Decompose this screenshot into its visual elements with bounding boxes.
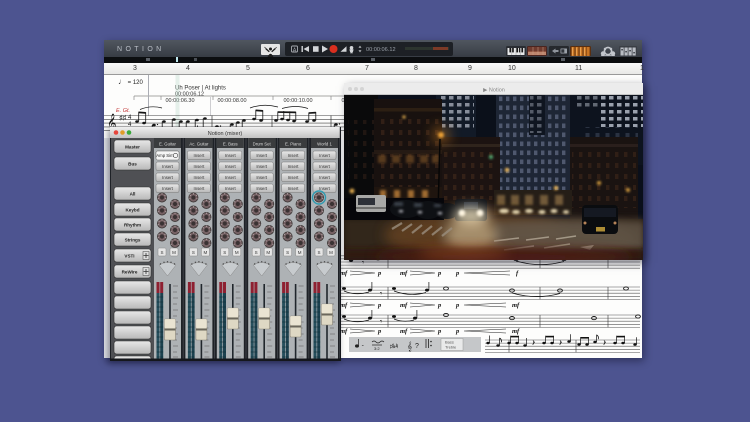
svg-text:00:00:08.00: 00:00:08.00	[217, 98, 246, 104]
svg-text:00:00:10.00: 00:00:10.00	[283, 98, 312, 104]
svg-text:▶ Notion: ▶ Notion	[483, 88, 505, 94]
svg-text:Ac. Guitar: Ac. Guitar	[189, 142, 209, 147]
svg-text:𝄾: 𝄾	[380, 317, 382, 326]
svg-text:ReWire: ReWire	[122, 270, 138, 275]
svg-text:p: p	[377, 328, 382, 335]
svg-text:Drum Set: Drum Set	[253, 142, 272, 147]
svg-text:mf: mf	[512, 328, 520, 335]
svg-text:4: 4	[128, 115, 132, 121]
svg-text:mf: mf	[400, 270, 408, 277]
svg-text:Bus: Bus	[128, 162, 137, 167]
svg-text:p: p	[437, 270, 442, 277]
svg-text:Strings: Strings	[125, 238, 141, 243]
svg-text:p: p	[377, 270, 382, 277]
svg-text:mf: mf	[340, 302, 348, 309]
svg-text:p: p	[377, 302, 382, 309]
svg-text:Rhythm: Rhythm	[124, 223, 141, 228]
svg-text:E. Piano: E. Piano	[285, 142, 302, 147]
svg-text:♩ = 120: ♩ = 120	[118, 77, 144, 86]
svg-text:3:2: 3:2	[374, 346, 380, 351]
svg-text:p: p	[437, 302, 442, 309]
svg-text:mf: mf	[340, 328, 348, 335]
svg-text:00:00:06.30: 00:00:06.30	[165, 98, 194, 104]
svg-text:VSTi: VSTi	[124, 254, 134, 259]
svg-text:f: f	[516, 270, 519, 277]
svg-text:Master: Master	[125, 145, 140, 150]
svg-text:00:00:06.12: 00:00:06.12	[366, 47, 396, 53]
svg-text:p: p	[437, 328, 442, 335]
svg-text:Treble: Treble	[445, 345, 457, 350]
svg-text:E. Guitar: E. Guitar	[159, 142, 177, 147]
svg-text:World 1: World 1	[317, 142, 332, 147]
svg-text:p: p	[455, 328, 460, 335]
svg-text:p: p	[455, 270, 460, 277]
svg-text:𝄞: 𝄞	[407, 341, 412, 352]
svg-text:♯♭♮: ♯♭♮	[390, 343, 398, 350]
svg-text:mf: mf	[512, 302, 520, 309]
svg-text:mf: mf	[340, 270, 348, 277]
svg-text:?: ?	[415, 343, 419, 350]
svg-text:E. Gt.: E. Gt.	[116, 108, 130, 114]
svg-text:Keybd: Keybd	[125, 208, 139, 213]
svg-text:E. Bass: E. Bass	[223, 142, 238, 147]
svg-text:mf: mf	[400, 328, 408, 335]
svg-text:mf: mf	[400, 302, 408, 309]
svg-text:p: p	[455, 302, 460, 309]
svg-text:♯♯: ♯♯	[119, 115, 127, 122]
svg-text:Notion (mixer): Notion (mixer)	[208, 131, 243, 137]
svg-text:𝄾: 𝄾	[380, 289, 382, 298]
svg-text:All: All	[130, 192, 136, 197]
svg-text:Amp Sim: Amp Sim	[156, 153, 174, 158]
